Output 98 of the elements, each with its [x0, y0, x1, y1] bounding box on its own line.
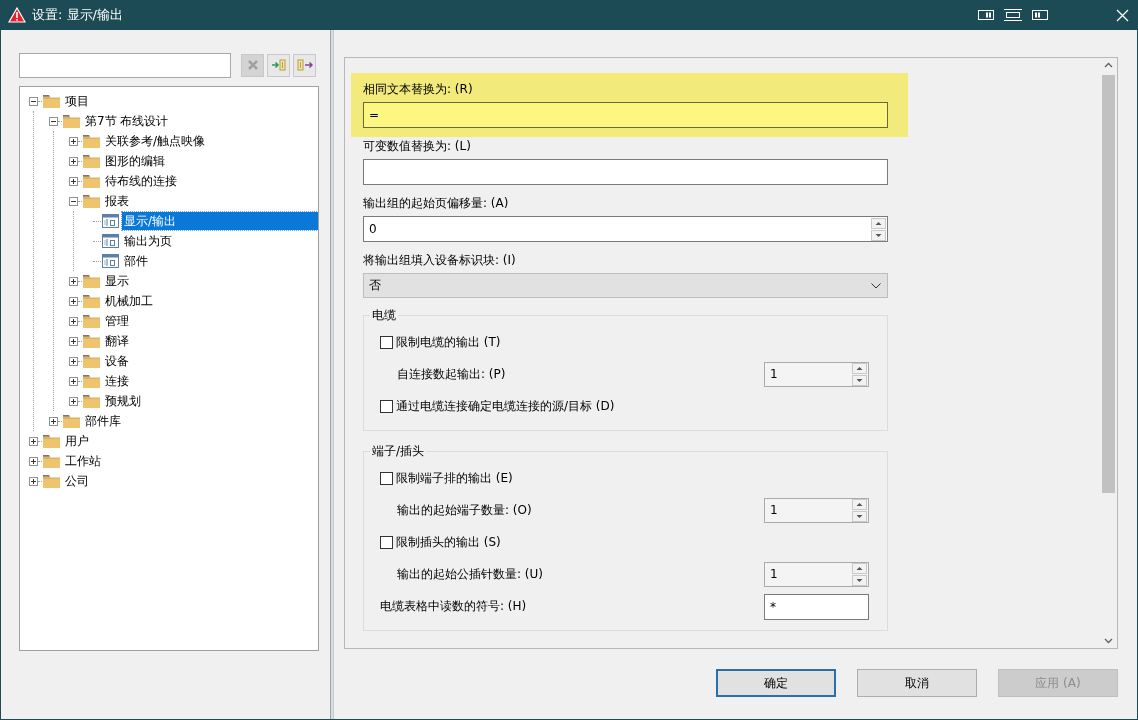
folder-icon — [83, 174, 100, 188]
folder-icon — [83, 374, 100, 388]
folder-icon — [43, 434, 60, 448]
checkbox-label[interactable]: 通过电缆连接确定电缆连接的源/目标 (D) — [396, 397, 615, 415]
tree-item[interactable]: 输出为页 — [122, 232, 318, 250]
dropdown[interactable]: 否 — [363, 273, 888, 298]
expand-toggle[interactable] — [29, 436, 38, 446]
field-label: 电缆表格中读数的符号: (H) — [380, 597, 528, 615]
panel-left-icon[interactable] — [1032, 9, 1048, 21]
settings-page-icon — [102, 234, 119, 248]
tree-item[interactable]: 第7节 布线设计 — [83, 112, 318, 130]
dialog-button[interactable]: 确定 — [716, 669, 836, 697]
tree-item[interactable]: 连接 — [103, 372, 318, 390]
expand-toggle[interactable] — [69, 316, 78, 326]
expand-toggle[interactable] — [69, 376, 78, 386]
folder-icon — [83, 294, 100, 308]
folder-icon — [83, 354, 100, 368]
tree-item[interactable]: 用户 — [63, 432, 318, 450]
search-field[interactable] — [19, 52, 231, 78]
expand-toggle[interactable] — [69, 396, 78, 406]
spin-down-button[interactable] — [871, 229, 886, 241]
expand-toggle[interactable] — [69, 356, 78, 366]
checkbox-label[interactable]: 限制电缆的输出 (T) — [396, 333, 501, 351]
scroll-thumb[interactable] — [1102, 75, 1115, 493]
tree-item[interactable]: 报表 — [103, 192, 318, 210]
folder-icon — [83, 314, 100, 328]
text-field[interactable]: * — [764, 593, 869, 620]
text-field[interactable] — [363, 159, 888, 185]
folder-icon — [83, 134, 100, 148]
tree-item[interactable]: 设备 — [103, 352, 318, 370]
checkbox-label[interactable]: 限制插头的输出 (S) — [396, 533, 501, 551]
tree-item[interactable]: 图形的编辑 — [103, 152, 318, 170]
dropdown-value: 否 — [369, 277, 381, 294]
collapse-toggle[interactable] — [69, 196, 78, 206]
dialog-button[interactable]: 取消 — [857, 669, 977, 697]
folder-icon — [83, 274, 100, 288]
chevron-down-icon — [871, 282, 881, 289]
expand-toggle[interactable] — [29, 456, 38, 466]
checkbox[interactable] — [380, 471, 393, 485]
field-label: 输出的起始公插针数量: (U) — [397, 565, 544, 583]
settings-page-icon — [102, 254, 119, 268]
folder-icon — [83, 194, 100, 208]
folder-icon — [63, 414, 80, 428]
checkbox-label[interactable]: 限制端子排的输出 (E) — [396, 469, 513, 487]
field-label: 将输出组填入设备标识块: (I) — [363, 252, 517, 269]
tree-item[interactable]: 显示/输出 — [122, 212, 318, 230]
field-label: 输出组的起始页偏移量: (A) — [363, 195, 510, 212]
panel-center-icon[interactable] — [1004, 9, 1022, 21]
tree-item[interactable]: 关联参考/触点映像 — [103, 132, 318, 150]
folder-icon — [43, 454, 60, 468]
tree-item[interactable]: 翻译 — [103, 332, 318, 350]
folder-icon — [43, 474, 60, 488]
tree-item[interactable]: 预规划 — [103, 392, 318, 410]
field-label: 可变数值替换为: (L) — [363, 138, 472, 155]
expand-toggle[interactable] — [69, 276, 78, 286]
tree-item[interactable]: 项目 — [63, 92, 318, 110]
arrow-into-bar-icon — [270, 57, 287, 73]
arrow-out-of-bar-button[interactable] — [293, 53, 316, 77]
field-label: 相同文本替换为: (R) — [363, 81, 474, 98]
checkbox[interactable] — [380, 535, 393, 549]
tree-item[interactable]: 部件库 — [83, 412, 318, 430]
checkbox[interactable] — [380, 335, 393, 349]
panel-right-icon[interactable] — [978, 9, 994, 21]
folder-icon — [83, 334, 100, 348]
tree-item[interactable]: 管理 — [103, 312, 318, 330]
spin-up-button[interactable] — [871, 217, 886, 229]
window-title: 设置: 显示/输出 — [32, 6, 124, 24]
collapse-toggle[interactable] — [29, 96, 38, 106]
folder-icon — [63, 114, 80, 128]
expand-toggle[interactable] — [69, 136, 78, 146]
folder-icon — [43, 94, 60, 108]
tree-item[interactable]: 待布线的连接 — [103, 172, 318, 190]
warning-icon — [8, 7, 26, 23]
tree-item[interactable]: 机械加工 — [103, 292, 318, 310]
tree-item[interactable]: 公司 — [63, 472, 318, 490]
collapse-toggle[interactable] — [49, 116, 58, 126]
folder-icon — [83, 394, 100, 408]
expand-toggle[interactable] — [29, 476, 38, 486]
field-label: 输出的起始端子数量: (O) — [397, 501, 533, 519]
close-icon[interactable] — [1116, 8, 1129, 22]
group-title: 端子/插头 — [371, 443, 426, 460]
expand-toggle[interactable] — [69, 296, 78, 306]
vertical-scrollbar[interactable] — [1100, 58, 1117, 648]
folder-icon — [83, 154, 100, 168]
expand-toggle[interactable] — [69, 156, 78, 166]
text-field[interactable]: = — [363, 102, 888, 128]
group-title: 电缆 — [371, 307, 397, 324]
expand-toggle[interactable] — [69, 176, 78, 186]
settings-page-icon — [102, 214, 119, 228]
field-label: 自连接数起输出: (P) — [397, 365, 507, 383]
tree-item[interactable]: 部件 — [122, 252, 318, 270]
number-field[interactable]: 0 — [363, 216, 888, 242]
checkbox[interactable] — [380, 399, 393, 413]
expand-toggle[interactable] — [69, 336, 78, 346]
tree-item[interactable]: 显示 — [103, 272, 318, 290]
arrow-out-of-bar-icon — [296, 57, 313, 73]
expand-toggle[interactable] — [49, 416, 58, 426]
tree-item[interactable]: 工作站 — [63, 452, 318, 470]
